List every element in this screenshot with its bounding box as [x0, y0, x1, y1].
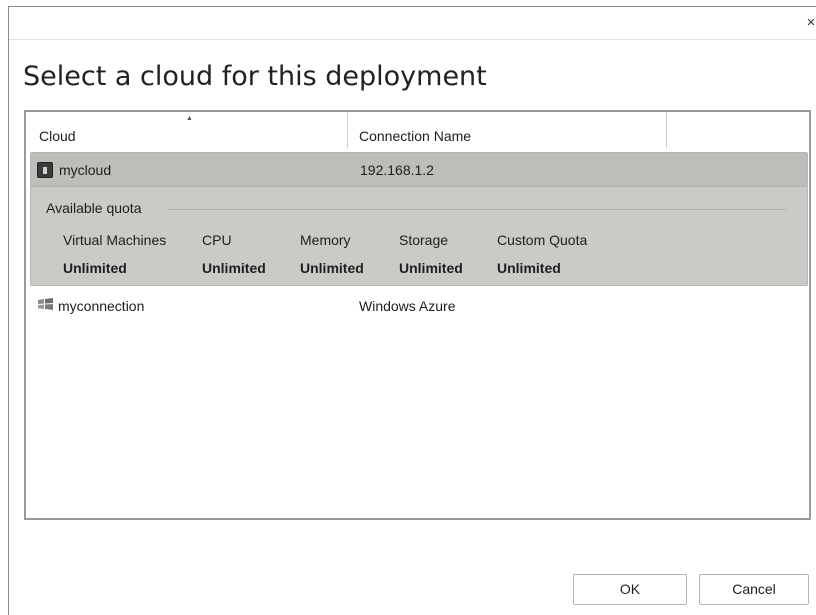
quota-section-title: Available quota — [46, 200, 142, 216]
quota-label-cpu: CPU — [202, 232, 232, 248]
cancel-button[interactable]: Cancel — [699, 574, 809, 605]
connection-name: Windows Azure — [359, 298, 456, 314]
list-item-myconnection[interactable]: myconnection Windows Azure — [30, 292, 808, 322]
quota-label-storage: Storage — [399, 232, 449, 248]
column-header-connection-name[interactable]: Connection Name — [359, 128, 471, 144]
quota-divider — [167, 209, 787, 210]
cloud-name: myconnection — [58, 298, 145, 314]
column-header-cloud[interactable]: Cloud — [39, 128, 76, 144]
cloud-list[interactable]: Cloud ▲ Connection Name mycloud 192.168.… — [24, 110, 811, 520]
list-item-mycloud[interactable]: mycloud 192.168.1.2 Available quota Virt… — [30, 152, 808, 286]
connection-name: 192.168.1.2 — [360, 162, 434, 178]
quota-value-storage: Unlimited — [399, 260, 463, 276]
quota-label-virtual-machines: Virtual Machines — [63, 232, 167, 248]
list-item-header[interactable]: mycloud 192.168.1.2 — [31, 153, 807, 187]
quota-value-cpu: Unlimited — [202, 260, 266, 276]
ok-button[interactable]: OK — [573, 574, 687, 605]
sort-ascending-icon: ▲ — [186, 115, 193, 122]
quota-value-virtual-machines: Unlimited — [63, 260, 127, 276]
deploy-cloud-dialog: × Select a cloud for this deployment Clo… — [8, 6, 816, 615]
column-separator[interactable] — [347, 112, 348, 148]
close-icon[interactable]: × — [804, 15, 816, 31]
dialog-title: Select a cloud for this deployment — [23, 61, 487, 92]
column-header-row: Cloud ▲ Connection Name — [26, 112, 809, 150]
quota-value-memory: Unlimited — [300, 260, 364, 276]
windows-azure-icon — [38, 298, 53, 310]
cloud-name: mycloud — [59, 162, 112, 178]
quota-label-custom-quota: Custom Quota — [497, 232, 588, 248]
cloud-server-icon — [37, 162, 53, 178]
quota-label-memory: Memory — [300, 232, 351, 248]
quota-value-custom-quota: Unlimited — [497, 260, 561, 276]
column-separator[interactable] — [666, 112, 667, 148]
dialog-titlebar: × — [9, 7, 816, 40]
